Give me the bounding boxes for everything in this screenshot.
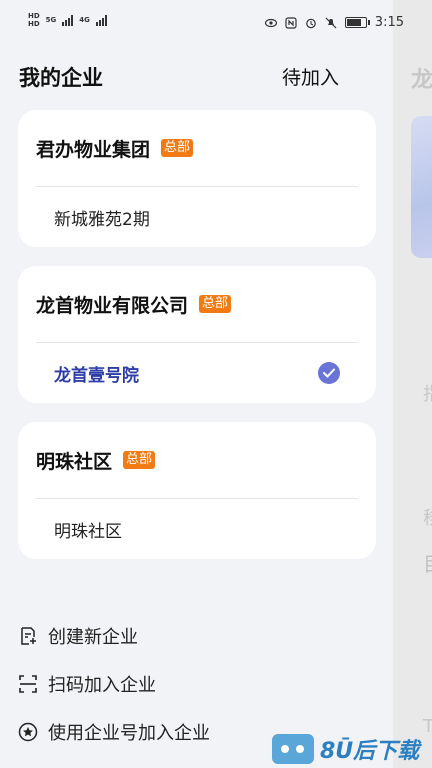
watermark: 8Ū后下载: [272, 733, 419, 765]
star-circle-icon: [18, 722, 38, 742]
community-item[interactable]: 新城雅苑2期: [18, 187, 376, 247]
background-text: 移: [423, 504, 432, 530]
eye-icon: [264, 18, 277, 27]
join-options-menu: 创建新企业 扫码加入企业 使用企业号加入企业: [18, 612, 210, 756]
battery-icon: [344, 17, 370, 28]
company-header[interactable]: 君办物业集团 总部: [18, 110, 376, 186]
status-right: 3:15: [264, 15, 404, 30]
menu-label: 扫码加入企业: [48, 675, 156, 696]
background-banner: [411, 116, 432, 258]
create-enterprise-button[interactable]: 创建新企业: [18, 612, 210, 660]
menu-label: 创建新企业: [48, 627, 138, 648]
signal-icon: [95, 14, 107, 26]
check-icon: [318, 362, 340, 384]
company-name: 君办物业集团: [36, 138, 151, 161]
network-label: 5G: [45, 16, 57, 24]
community-name: 龙首壹号院: [54, 365, 139, 386]
headquarters-badge: 总部: [161, 139, 194, 157]
scan-icon: [19, 675, 37, 693]
status-left: HD HD 5G 4G: [28, 12, 107, 28]
create-document-icon: [21, 627, 36, 645]
page-title: 我的企业: [19, 66, 103, 90]
mute-icon: [325, 17, 337, 28]
company-card: 君办物业集团 总部 新城雅苑2期: [18, 110, 376, 247]
company-name: 明珠社区: [36, 450, 113, 473]
background-page: 龙 指 移 目 T: [393, 0, 432, 768]
company-card: 明珠社区 总部 明珠社区: [18, 422, 376, 559]
community-item-selected[interactable]: 龙首壹号院: [18, 343, 376, 403]
background-text: T: [423, 716, 432, 737]
pending-join-button[interactable]: 待加入: [282, 63, 339, 90]
clock: 3:15: [374, 15, 404, 30]
enterprise-drawer: HD HD 5G 4G 3:15 我的企业 待加入 君办物业集团 总部 新城雅苑…: [0, 0, 404, 768]
headquarters-badge: 总部: [123, 451, 156, 469]
join-by-id-button[interactable]: 使用企业号加入企业: [18, 708, 210, 756]
company-name: 龙首物业有限公司: [36, 294, 189, 317]
network-label: 4G: [79, 16, 90, 24]
watermark-logo-icon: [272, 734, 314, 764]
company-header[interactable]: 明珠社区 总部: [18, 422, 376, 498]
community-item[interactable]: 明珠社区: [18, 499, 376, 559]
signal-icon: [62, 14, 74, 26]
company-card: 龙首物业有限公司 总部 龙首壹号院: [18, 266, 376, 403]
background-title: 龙: [411, 68, 432, 93]
scan-join-button[interactable]: 扫码加入企业: [18, 660, 210, 708]
background-text: 目: [423, 548, 432, 577]
menu-label: 使用企业号加入企业: [48, 723, 210, 744]
hd-indicator: HD HD: [28, 12, 40, 28]
headquarters-badge: 总部: [199, 295, 232, 313]
drawer-header: 我的企业 待加入: [0, 46, 393, 106]
background-text: 指: [423, 380, 432, 406]
alarm-icon: [305, 18, 316, 28]
status-bar: HD HD 5G 4G 3:15: [0, 0, 404, 46]
company-header[interactable]: 龙首物业有限公司 总部: [18, 266, 376, 342]
watermark-text: 8Ū后下载: [320, 739, 420, 764]
nfc-icon: [285, 16, 297, 29]
